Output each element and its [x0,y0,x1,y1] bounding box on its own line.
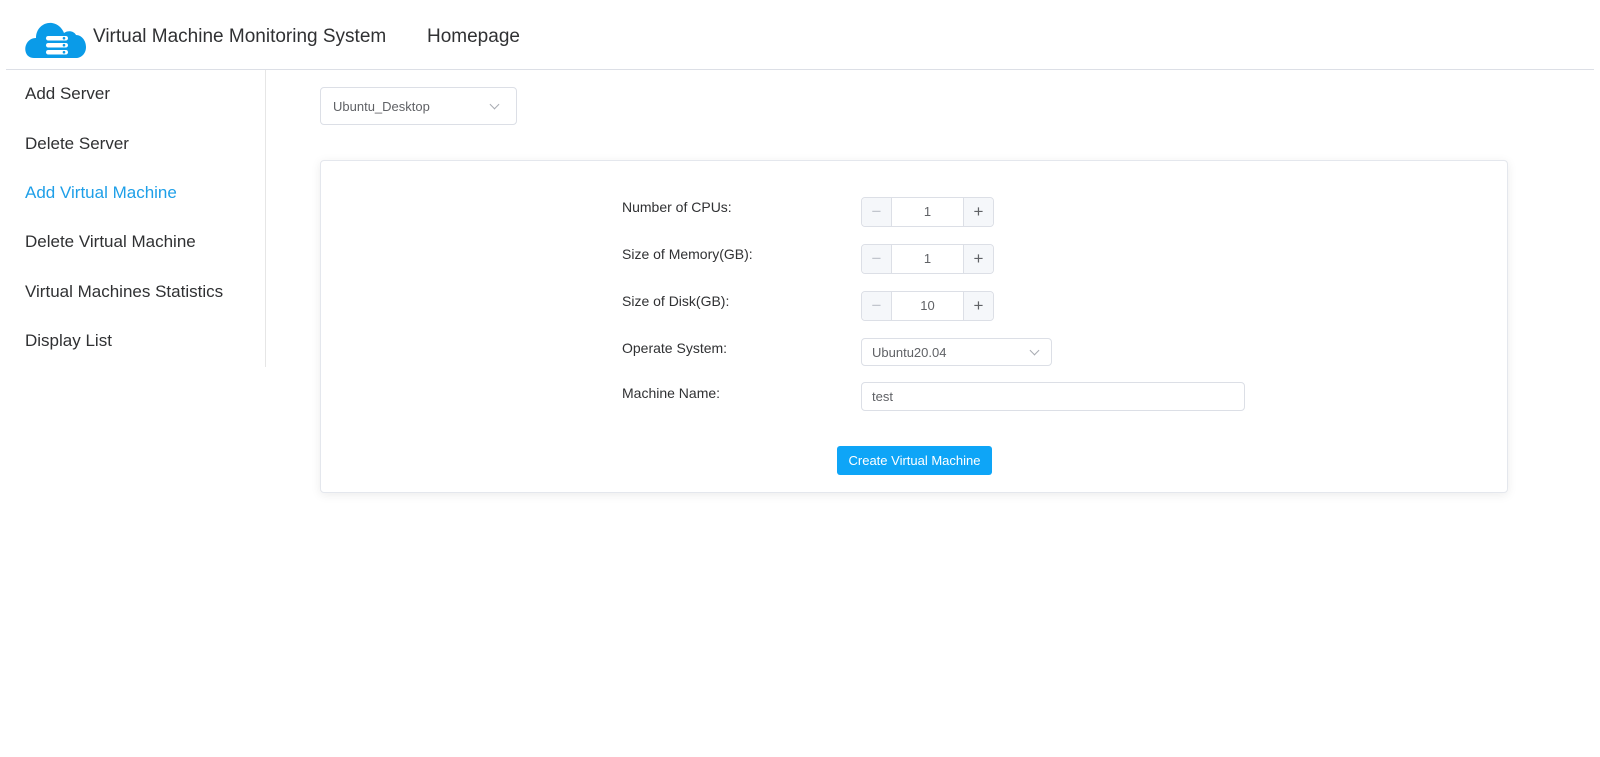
chevron-down-icon [489,99,500,110]
os-select[interactable]: Ubuntu20.04 [861,338,1052,366]
plus-icon[interactable]: + [963,198,993,226]
chevron-down-icon [1029,345,1040,356]
plus-icon[interactable]: + [963,245,993,273]
memory-value[interactable]: 1 [892,245,963,273]
minus-icon[interactable]: − [862,245,892,273]
cpus-stepper[interactable]: − 1 + [861,197,994,227]
sidebar-item-delete-server[interactable]: Delete Server [25,134,129,154]
server-select-value: Ubuntu_Desktop [333,99,430,114]
server-select[interactable]: Ubuntu_Desktop [320,87,517,125]
sidebar-menu: Add Server Delete Server Add Virtual Mac… [6,70,266,367]
disk-value[interactable]: 10 [892,292,963,320]
memory-label: Size of Memory(GB): [622,246,753,262]
os-select-value: Ubuntu20.04 [872,345,947,360]
memory-stepper[interactable]: − 1 + [861,244,994,274]
disk-stepper[interactable]: − 10 + [861,291,994,321]
os-label: Operate System: [622,340,728,356]
machine-name-value[interactable]: test [872,389,893,404]
sidebar-item-virtual-machines-statistics[interactable]: Virtual Machines Statistics [25,282,223,302]
minus-icon[interactable]: − [862,292,892,320]
create-virtual-machine-button[interactable]: Create Virtual Machine [837,446,992,475]
sidebar-item-delete-virtual-machine[interactable]: Delete Virtual Machine [25,232,196,252]
minus-icon[interactable]: − [862,198,892,226]
cpus-label: Number of CPUs: [622,199,732,215]
plus-icon[interactable]: + [963,292,993,320]
app-title: Virtual Machine Monitoring System [93,26,387,47]
sidebar-item-display-list[interactable]: Display List [25,331,112,351]
sidebar-item-add-server[interactable]: Add Server [25,84,110,104]
sidebar-item-add-virtual-machine[interactable]: Add Virtual Machine [25,183,177,203]
machine-name-input[interactable]: test [861,382,1245,411]
cloud-server-icon [25,22,86,58]
cpus-value[interactable]: 1 [892,198,963,226]
machine-name-label: Machine Name: [622,385,721,401]
disk-label: Size of Disk(GB): [622,293,730,309]
top-header: Virtual Machine Monitoring System Homepa… [6,0,1594,70]
nav-homepage-link[interactable]: Homepage [427,26,520,48]
add-vm-form-card: Number of CPUs: − 1 + Size of Memory(GB)… [320,160,1508,493]
